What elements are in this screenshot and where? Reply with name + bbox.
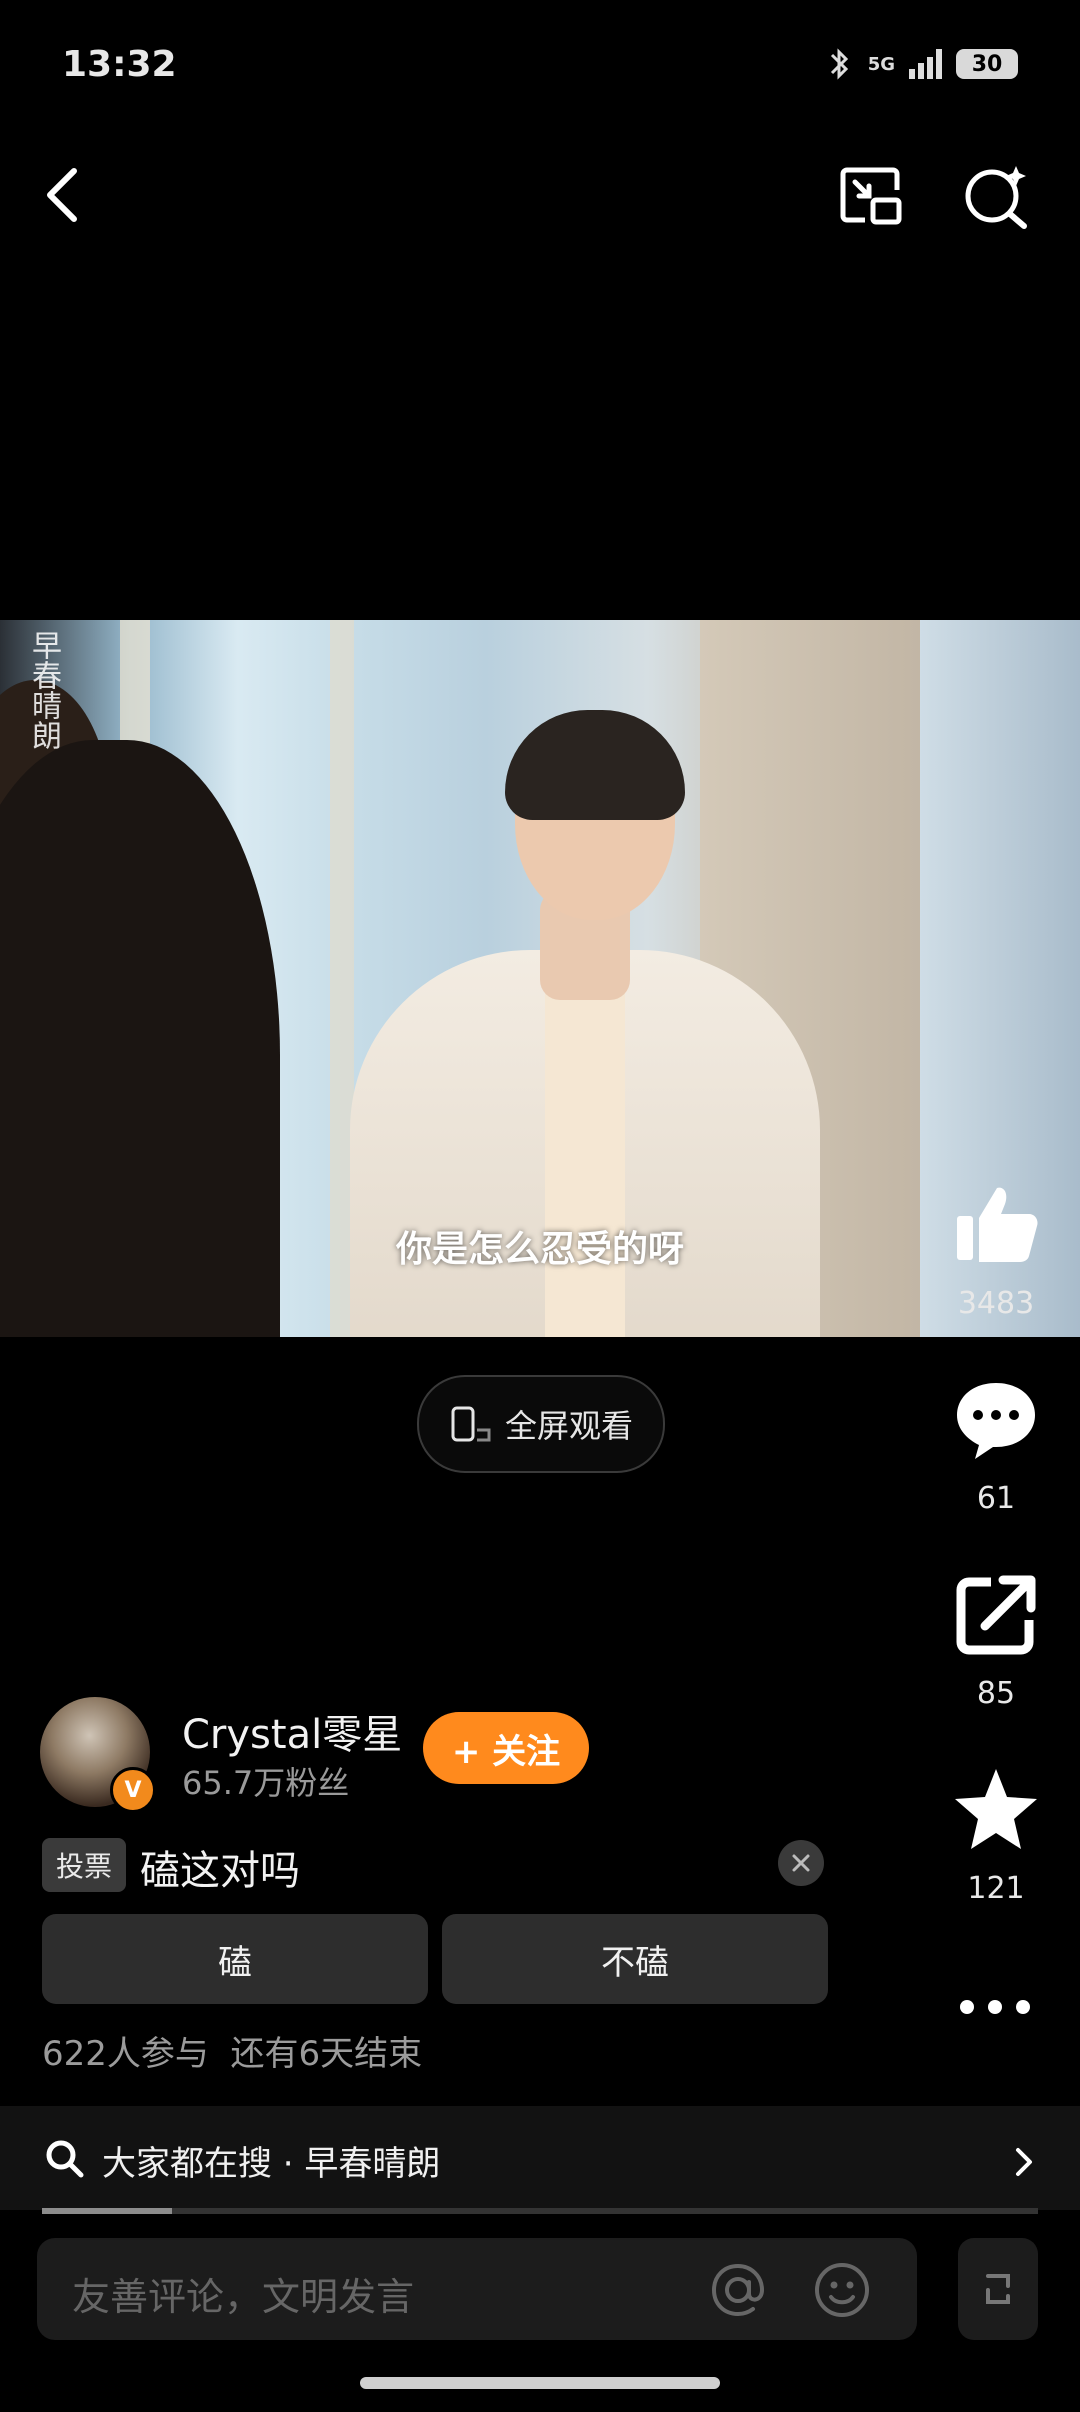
status-icons: 5G 30 <box>826 46 1018 82</box>
comment-button[interactable]: 61 <box>926 1375 1066 1516</box>
search-icon <box>46 2140 84 2178</box>
video-progress-track[interactable] <box>42 2208 1038 2214</box>
expand-comment-button[interactable] <box>958 2238 1038 2340</box>
status-time: 13:32 <box>62 44 177 85</box>
video-progress-fill <box>42 2208 172 2214</box>
like-button[interactable]: 3483 <box>926 1180 1066 1321</box>
favorite-button[interactable]: 121 <box>926 1765 1066 1906</box>
like-count: 3483 <box>957 1286 1035 1321</box>
rotate-phone-icon <box>451 1406 491 1442</box>
comment-count: 61 <box>976 1481 1016 1516</box>
share-icon <box>956 1575 1036 1655</box>
share-button[interactable]: 85 <box>926 1570 1066 1711</box>
at-mention-icon[interactable] <box>708 2260 768 2320</box>
chevron-right-icon[interactable] <box>1012 2144 1036 2180</box>
search-sparkle-icon[interactable] <box>960 160 1032 232</box>
home-indicator[interactable] <box>360 2377 720 2389</box>
author-fans-count: 65.7万粉丝 <box>182 1764 350 1802</box>
bluetooth-icon <box>830 48 848 80</box>
favorite-count: 121 <box>967 1871 1025 1906</box>
fullscreen-label: 全屏观看 <box>504 1407 633 1445</box>
close-icon[interactable] <box>778 1840 824 1886</box>
picture-in-picture-icon[interactable] <box>835 160 907 232</box>
network-type: 5G <box>867 53 895 75</box>
expand-icon <box>986 2274 1010 2304</box>
video-subtitle: 你是怎么忍受的呀 <box>395 1229 684 1270</box>
comment-placeholder: 友善评论，文明发言 <box>72 2275 415 2319</box>
emoji-icon[interactable] <box>812 2260 872 2320</box>
follow-button[interactable]: + 关注 <box>423 1712 589 1784</box>
author-name[interactable]: Crystal零星 <box>182 1702 402 1760</box>
verified-badge-icon: V <box>110 1767 156 1813</box>
vote-stats: 622人参与 还有6天结束 <box>42 2034 423 2074</box>
author-avatar[interactable]: V <box>40 1697 156 1813</box>
more-options-icon[interactable] <box>955 1995 1035 2019</box>
vote-question: 磕这对吗 <box>140 1848 300 1894</box>
video-player[interactable]: 早春晴朗 你是怎么忍受的呀 <box>0 620 1080 1337</box>
vote-option-yes[interactable]: 磕 <box>42 1914 428 2004</box>
back-arrow-icon[interactable] <box>40 165 90 225</box>
fullscreen-button[interactable]: 全屏观看 <box>417 1375 665 1473</box>
vote-tag: 投票 <box>42 1838 126 1892</box>
star-icon <box>955 1769 1037 1849</box>
battery-icon: 30 <box>956 49 1018 79</box>
video-watermark: 早春晴朗 <box>26 630 61 750</box>
comment-bubble-icon <box>957 1383 1035 1459</box>
share-count: 85 <box>976 1676 1016 1711</box>
thumbs-up-icon <box>957 1187 1038 1262</box>
vote-option-no[interactable]: 不磕 <box>442 1914 828 2004</box>
trending-search-text[interactable]: 大家都在搜 · 早春晴朗 <box>102 2136 440 2185</box>
signal-icon <box>909 49 942 79</box>
